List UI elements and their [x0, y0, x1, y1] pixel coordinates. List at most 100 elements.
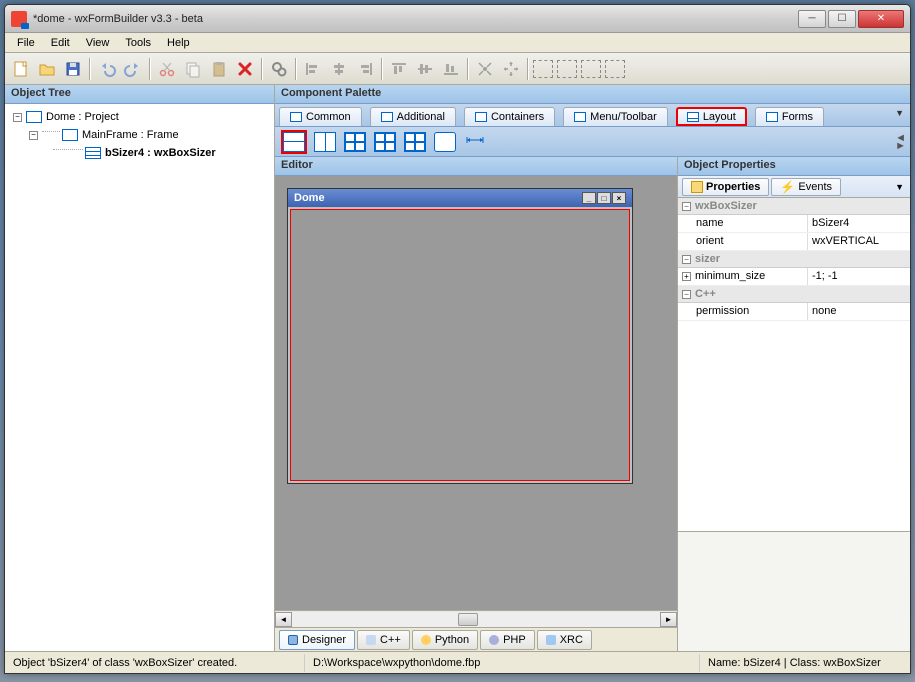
project-icon — [26, 111, 42, 123]
undo-button[interactable] — [95, 57, 119, 81]
border-bottom-icon[interactable] — [605, 60, 625, 78]
design-close-icon: × — [612, 192, 626, 204]
nav-right-icon[interactable]: ► — [895, 142, 906, 150]
staticbox-item[interactable] — [433, 131, 457, 153]
tab-xrc[interactable]: XRC — [537, 630, 592, 650]
tree-project[interactable]: Dome : Project — [46, 111, 119, 123]
editor-tabs: Designer C++ Python PHP XRC — [275, 627, 677, 651]
design-window[interactable]: Dome _ □ × — [287, 188, 633, 484]
window-title: *dome - wxFormBuilder v3.3 - beta — [33, 13, 798, 25]
minimize-button[interactable]: ─ — [798, 10, 826, 28]
tab-designer[interactable]: Designer — [279, 630, 355, 650]
align-middle-button[interactable] — [413, 57, 437, 81]
palette-tab-common[interactable]: Common — [279, 107, 362, 126]
align-right-button[interactable] — [353, 57, 377, 81]
cut-button[interactable] — [155, 57, 179, 81]
generate-button[interactable] — [267, 57, 291, 81]
category-sizer[interactable]: −sizer — [678, 251, 910, 268]
boxsizer-h-item[interactable] — [281, 130, 307, 154]
prop-orient-value[interactable]: wxVERTICAL — [808, 233, 910, 250]
property-description — [678, 531, 910, 651]
tree-sizer[interactable]: bSizer4 : wxBoxSizer — [105, 147, 216, 159]
boxsizer-v-item[interactable] — [313, 131, 337, 153]
close-button[interactable]: ✕ — [858, 10, 904, 28]
delete-button[interactable] — [233, 57, 257, 81]
flexgrid-item[interactable] — [373, 131, 397, 153]
titlebar[interactable]: *dome - wxFormBuilder v3.3 - beta ─ ☐ ✕ — [5, 5, 910, 33]
tab-cpp[interactable]: C++ — [357, 630, 410, 650]
menu-edit[interactable]: Edit — [43, 35, 78, 51]
editor-canvas[interactable]: Dome _ □ × — [275, 176, 677, 610]
containers-icon — [475, 112, 487, 122]
editor-scrollbar[interactable]: ◄ ► — [275, 610, 677, 627]
chevron-down-icon[interactable]: ▼ — [895, 108, 904, 118]
menu-tools[interactable]: Tools — [117, 35, 159, 51]
tab-properties[interactable]: Properties — [682, 178, 769, 196]
save-button[interactable] — [61, 57, 85, 81]
menu-file[interactable]: File — [9, 35, 43, 51]
palette-tab-layout[interactable]: Layout — [676, 107, 747, 126]
tree-toggle-icon[interactable]: − — [29, 131, 38, 140]
stretch-button[interactable] — [499, 57, 523, 81]
align-bottom-button[interactable] — [439, 57, 463, 81]
scroll-right-icon[interactable]: ► — [660, 612, 677, 627]
design-window-title: Dome — [294, 192, 325, 204]
menu-help[interactable]: Help — [159, 35, 198, 51]
property-grid[interactable]: −wxBoxSizer namebSizer4 orientwxVERTICAL… — [678, 198, 910, 531]
common-icon — [290, 112, 302, 122]
editor-header: Editor — [275, 157, 677, 176]
spacer-item[interactable] — [463, 129, 487, 154]
prop-minsize-key: +minimum_size — [678, 268, 808, 285]
app-icon — [11, 11, 27, 27]
border-right-icon[interactable] — [557, 60, 577, 78]
gridbag-item[interactable] — [403, 131, 427, 153]
maximize-button[interactable]: ☐ — [828, 10, 856, 28]
scroll-thumb[interactable] — [458, 613, 478, 626]
menu-view[interactable]: View — [78, 35, 118, 51]
paste-button[interactable] — [207, 57, 231, 81]
tree-frame[interactable]: MainFrame : Frame — [82, 129, 179, 141]
tab-php[interactable]: PHP — [480, 630, 535, 650]
chevron-down-icon[interactable]: ▼ — [895, 182, 904, 192]
prop-name-key: name — [678, 215, 808, 232]
sizer-icon — [85, 147, 101, 159]
open-button[interactable] — [35, 57, 59, 81]
align-center-button[interactable] — [327, 57, 351, 81]
tab-python[interactable]: Python — [412, 630, 478, 650]
expand-button[interactable] — [473, 57, 497, 81]
align-top-button[interactable] — [387, 57, 411, 81]
redo-button[interactable] — [121, 57, 145, 81]
palette-items: ◄► — [275, 127, 910, 157]
status-path: D:\Workspace\wxpython\dome.fbp — [305, 654, 700, 672]
palette-tab-menu[interactable]: Menu/Toolbar — [563, 107, 668, 126]
palette-header: Component Palette — [275, 85, 910, 104]
events-icon: ⚡ — [780, 180, 795, 194]
palette-tab-forms[interactable]: Forms — [755, 107, 824, 126]
frame-icon — [62, 129, 78, 141]
border-top-icon[interactable] — [581, 60, 601, 78]
design-max-icon: □ — [597, 192, 611, 204]
new-button[interactable] — [9, 57, 33, 81]
prop-permission-value[interactable]: none — [808, 303, 910, 320]
menu-icon — [574, 112, 586, 122]
design-sizer-area[interactable] — [290, 209, 630, 481]
category-cpp[interactable]: −C++ — [678, 286, 910, 303]
gridsizer-item[interactable] — [343, 131, 367, 153]
category-wxboxsizer[interactable]: −wxBoxSizer — [678, 198, 910, 215]
copy-button[interactable] — [181, 57, 205, 81]
prop-minsize-value[interactable]: -1; -1 — [808, 268, 910, 285]
properties-icon — [691, 181, 703, 193]
palette-tab-containers[interactable]: Containers — [464, 107, 555, 126]
palette-tabs: Common Additional Containers Menu/Toolba… — [275, 104, 910, 127]
border-left-icon[interactable] — [533, 60, 553, 78]
menubar: File Edit View Tools Help — [5, 33, 910, 53]
align-left-button[interactable] — [301, 57, 325, 81]
object-tree[interactable]: − Dome : Project − MainFrame : Frame bSi… — [5, 104, 274, 651]
prop-name-value[interactable]: bSizer4 — [808, 215, 910, 232]
scroll-left-icon[interactable]: ◄ — [275, 612, 292, 627]
prop-permission-key: permission — [678, 303, 808, 320]
tab-events[interactable]: ⚡Events — [771, 178, 841, 196]
palette-tab-additional[interactable]: Additional — [370, 107, 456, 126]
prop-orient-key: orient — [678, 233, 808, 250]
tree-toggle-icon[interactable]: − — [13, 113, 22, 122]
